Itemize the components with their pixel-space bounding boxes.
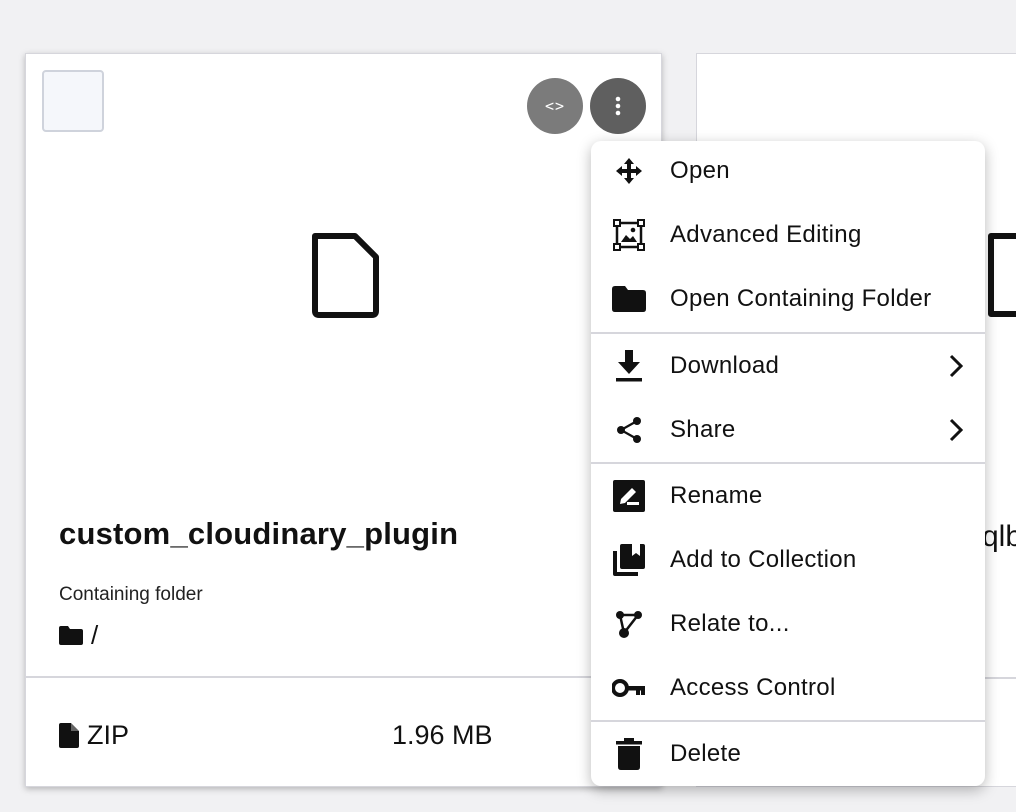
menu-item-label: Advanced Editing	[670, 221, 862, 248]
chevron-right-icon	[949, 354, 963, 378]
asset-card[interactable]: <> custom_cloudinary_plugin Containing f…	[25, 53, 662, 787]
menu-item-label: Download	[670, 352, 780, 379]
menu-item-open-containing-folder[interactable]: Open Containing Folder	[591, 267, 985, 331]
collection-icon	[611, 542, 647, 578]
menu-item-label: Share	[670, 416, 736, 443]
menu-item-label: Relate to...	[670, 610, 790, 637]
move-icon	[611, 153, 647, 189]
menu-item-download[interactable]: Download	[591, 334, 985, 398]
menu-item-relate-to[interactable]: Relate to...	[591, 592, 985, 656]
relate-icon	[611, 606, 647, 642]
divider	[26, 676, 661, 678]
chevron-right-icon	[949, 418, 963, 442]
download-icon	[611, 348, 647, 384]
share-icon	[611, 412, 647, 448]
menu-item-advanced-editing[interactable]: Advanced Editing	[591, 203, 985, 267]
file-size: 1.96 MB	[392, 720, 493, 750]
trash-icon	[611, 736, 647, 772]
menu-item-label: Add to Collection	[670, 546, 857, 573]
menu-item-access-control[interactable]: Access Control	[591, 656, 985, 720]
file-name: custom_cloudinary_plugin	[59, 516, 459, 551]
embed-code-button[interactable]: <>	[527, 78, 583, 134]
containing-folder-label: Containing folder	[59, 584, 203, 605]
menu-item-label: Open	[670, 157, 730, 184]
context-menu: Open Advanced Editing Open Containing Fo…	[591, 141, 985, 786]
key-icon	[611, 670, 647, 706]
rename-icon	[611, 478, 647, 514]
document-icon	[312, 233, 379, 318]
folder-path: /	[91, 620, 99, 650]
menu-item-rename[interactable]: Rename	[591, 464, 985, 528]
containing-folder-link[interactable]: /	[59, 620, 98, 651]
menu-item-label: Access Control	[670, 674, 836, 701]
menu-item-label: Delete	[670, 740, 742, 767]
menu-item-delete[interactable]: Delete	[591, 722, 985, 786]
menu-item-add-to-collection[interactable]: Add to Collection	[591, 528, 985, 592]
code-icon: <>	[544, 97, 566, 115]
file-type: ZIP	[59, 720, 129, 751]
menu-item-open[interactable]: Open	[591, 141, 985, 203]
image-edit-icon	[611, 217, 647, 253]
more-options-button[interactable]	[590, 78, 646, 134]
file-icon	[59, 723, 79, 748]
file-type-label: ZIP	[87, 720, 130, 750]
more-vertical-icon	[615, 96, 621, 116]
document-icon	[988, 233, 1016, 317]
folder-icon	[611, 281, 647, 317]
menu-item-label: Open Containing Folder	[670, 285, 932, 312]
adjacent-asset-name: qlb	[982, 520, 1016, 553]
folder-icon	[59, 626, 83, 645]
menu-item-label: Rename	[670, 482, 763, 509]
select-checkbox[interactable]	[42, 70, 104, 132]
menu-item-share[interactable]: Share	[591, 398, 985, 462]
